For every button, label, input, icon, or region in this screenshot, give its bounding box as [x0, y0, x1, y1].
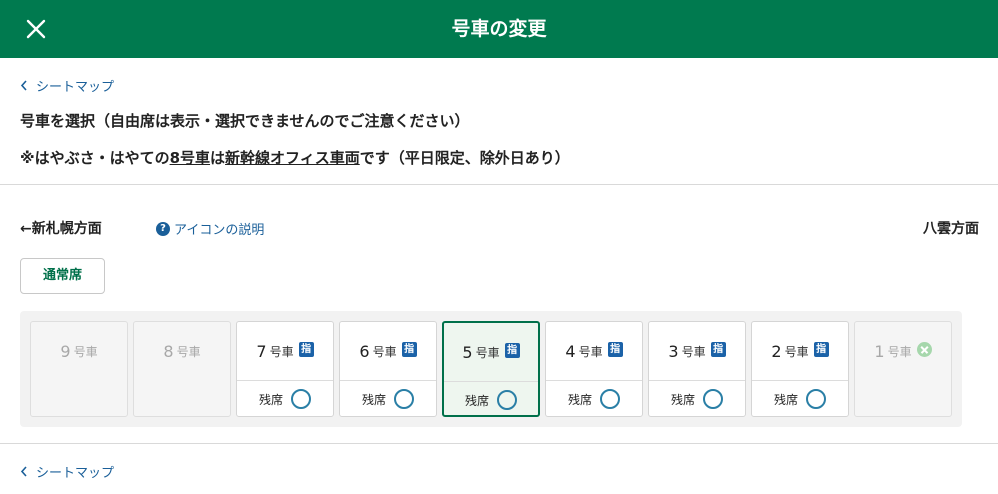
- car-unit: 号車: [784, 344, 809, 359]
- divider: [0, 443, 998, 444]
- car-number: 9: [60, 341, 71, 361]
- car-number: 1: [874, 341, 885, 361]
- car-card-2[interactable]: 2 号車指残席: [751, 321, 849, 417]
- car-unit: 号車: [372, 344, 397, 359]
- chevron-left-icon: [20, 466, 27, 477]
- reserved-seat-icon: 指: [710, 341, 726, 357]
- notice-suffix: です（平日限定、除外日あり）: [359, 149, 570, 167]
- available-circle-icon: [806, 389, 826, 409]
- car-card-1: 1 号車: [854, 321, 952, 417]
- icon-help-link[interactable]: ? アイコンの説明: [156, 219, 264, 238]
- office-car-link[interactable]: 新幹線オフィス車両: [225, 149, 360, 167]
- car-availability: 残席: [752, 381, 848, 417]
- available-circle-icon: [703, 389, 723, 409]
- reserved-seat-icon: 指: [401, 341, 417, 357]
- car-unit: 号車: [887, 344, 912, 359]
- reserved-seat-icon: 指: [607, 341, 623, 357]
- seat-type-normal-button[interactable]: 通常席: [20, 258, 105, 294]
- car-header: 9 号車: [31, 322, 127, 380]
- car-unit: 号車: [475, 345, 500, 360]
- car-header: 4 号車指: [546, 322, 642, 380]
- notice-line-1: 号車を選択（自由席は表示・選択できませんのでご注意ください）: [20, 112, 470, 130]
- car-number: 3: [668, 341, 679, 361]
- car-unit: 号車: [269, 344, 294, 359]
- reserved-seat-icon: 指: [504, 342, 520, 358]
- car-availability: 残席: [340, 381, 436, 417]
- car-number: 6: [359, 341, 370, 361]
- available-circle-icon: [497, 390, 517, 410]
- car-card-8: 8 号車: [133, 321, 231, 417]
- car-availability: 残席: [237, 381, 333, 417]
- car-card-6[interactable]: 6 号車指残席: [339, 321, 437, 417]
- remaining-seats-label: 残席: [258, 392, 283, 407]
- remaining-seats-label: 残席: [773, 392, 798, 407]
- header-bar: 号車の変更: [0, 0, 998, 58]
- not-available-icon: [916, 341, 932, 357]
- remaining-seats-label: 残席: [361, 392, 386, 407]
- car-unit: 号車: [176, 344, 201, 359]
- car-number: 2: [771, 341, 782, 361]
- back-link-label: シートマップ: [36, 80, 115, 95]
- back-to-seatmap-link-top[interactable]: シートマップ: [20, 76, 114, 95]
- car-availability: 残席: [649, 381, 745, 417]
- remaining-seats-label: 残席: [567, 392, 592, 407]
- notice-line-2: ※はやぶさ・はやての8号車は新幹線オフィス車両です（平日限定、除外日あり）: [20, 147, 570, 168]
- car-number: 8: [163, 341, 174, 361]
- car-header: 3 号車指: [649, 322, 745, 380]
- reserved-seat-icon: 指: [298, 341, 314, 357]
- notice-mid: は: [210, 149, 226, 167]
- car-list: 9 号車 8 号車 7 号車指残席 6 号車指残席 5 号車指残席 4 号車指残席 3 号車指残席 2 号車指…: [20, 311, 962, 427]
- car-availability: 残席: [546, 381, 642, 417]
- car-number: 7: [256, 341, 267, 361]
- car-header: 1 号車: [855, 322, 951, 380]
- car-header: 2 号車指: [752, 322, 848, 380]
- direction-right-label: 八雲方面: [923, 221, 979, 237]
- car-card-9: 9 号車: [30, 321, 128, 417]
- car-unit: 号車: [578, 344, 603, 359]
- available-circle-icon: [291, 389, 311, 409]
- car-card-7[interactable]: 7 号車指残席: [236, 321, 334, 417]
- notice-prefix: ※はやぶさ・はやての: [20, 149, 170, 167]
- car-card-5[interactable]: 5 号車指残席: [442, 321, 540, 417]
- direction-left-label: ←新札幌方面: [20, 221, 102, 237]
- back-to-seatmap-link-bottom[interactable]: シートマップ: [20, 462, 114, 481]
- available-circle-icon: [394, 389, 414, 409]
- reserved-seat-icon: 指: [813, 341, 829, 357]
- car-unit: 号車: [73, 344, 98, 359]
- page-title: 号車の変更: [451, 18, 547, 40]
- car-unit: 号車: [681, 344, 706, 359]
- chevron-left-icon: [20, 80, 27, 91]
- car-number: 4: [565, 341, 576, 361]
- car-card-4[interactable]: 4 号車指残席: [545, 321, 643, 417]
- remaining-seats-label: 残席: [464, 393, 489, 408]
- car-number: 5: [462, 342, 473, 362]
- help-icon: ?: [156, 221, 170, 236]
- car-header: 7 号車指: [237, 322, 333, 380]
- back-link-label: シートマップ: [36, 466, 115, 481]
- notice-car-link[interactable]: 8号車: [170, 149, 210, 167]
- car-header: 8 号車: [134, 322, 230, 380]
- divider: [0, 184, 998, 185]
- car-card-3[interactable]: 3 号車指残席: [648, 321, 746, 417]
- available-circle-icon: [600, 389, 620, 409]
- remaining-seats-label: 残席: [670, 392, 695, 407]
- car-availability: 残席: [444, 382, 538, 418]
- icon-help-label: アイコンの説明: [174, 223, 265, 238]
- car-header: 5 号車指: [444, 323, 538, 381]
- car-header: 6 号車指: [340, 322, 436, 380]
